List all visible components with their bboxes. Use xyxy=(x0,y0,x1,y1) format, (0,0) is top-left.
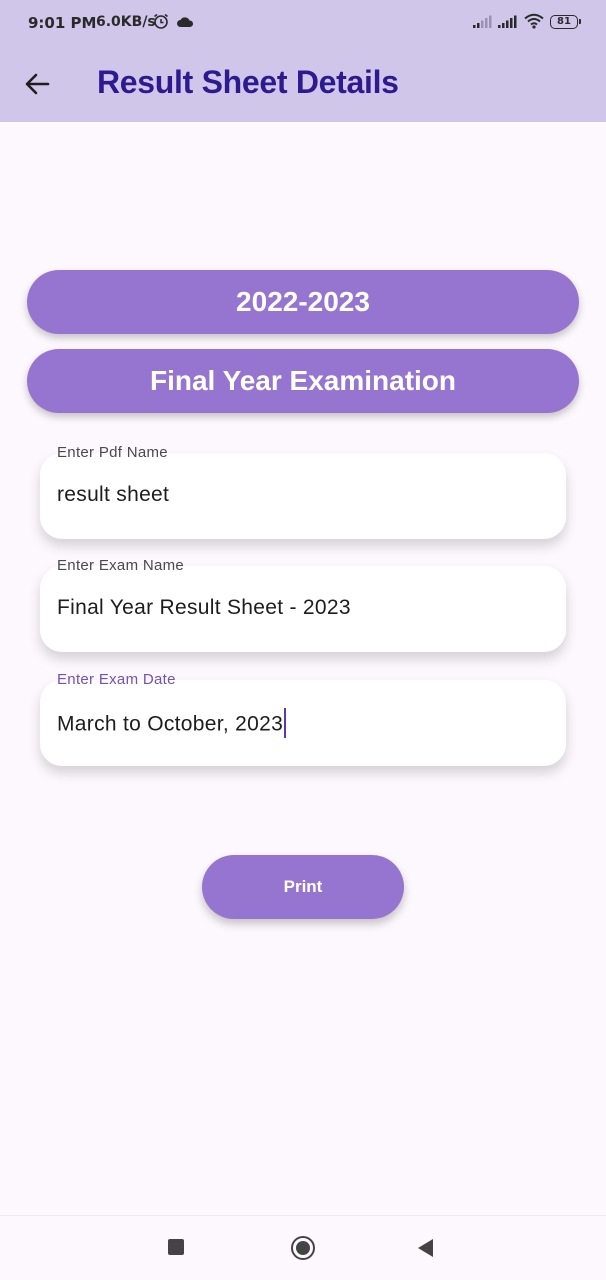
pdf-name-field[interactable]: result sheet xyxy=(40,453,566,539)
network-speed: 6.0KB/s xyxy=(96,14,156,30)
pdf-name-label: Enter Pdf Name xyxy=(57,444,168,461)
app-bar: Result Sheet Details xyxy=(0,46,606,122)
pdf-name-input[interactable]: result sheet xyxy=(57,483,169,507)
exam-name-input[interactable]: Final Year Result Sheet - 2023 xyxy=(57,596,351,620)
status-time: 9:01 PM xyxy=(28,14,97,32)
alarm-icon xyxy=(152,12,170,34)
signal-icon xyxy=(472,14,492,33)
back-icon[interactable] xyxy=(417,1238,435,1263)
exam-date-label: Enter Exam Date xyxy=(57,671,176,688)
exam-title-banner: Final Year Examination xyxy=(27,349,579,413)
status-bar: 9:01 PM 6.0KB/s 81 xyxy=(0,0,606,46)
exam-date-value: March to October, 2023 xyxy=(57,712,284,736)
back-button[interactable] xyxy=(18,66,58,102)
exam-date-field[interactable]: March to October, 2023 xyxy=(40,680,566,766)
print-button[interactable]: Print xyxy=(202,855,404,919)
exam-name-field[interactable]: Final Year Result Sheet - 2023 xyxy=(40,566,566,652)
session-year-banner: 2022-2023 xyxy=(27,270,579,334)
exam-name-label: Enter Exam Name xyxy=(57,557,185,574)
system-nav-bar xyxy=(0,1215,606,1280)
text-caret xyxy=(284,708,287,738)
arrow-left-icon xyxy=(25,73,50,95)
recent-apps-icon[interactable] xyxy=(168,1239,184,1255)
battery-icon: 81 xyxy=(550,15,581,29)
page-title: Result Sheet Details xyxy=(97,64,399,100)
exam-date-input[interactable]: March to October, 2023 xyxy=(57,708,287,740)
signal-icon xyxy=(497,14,517,33)
home-icon[interactable] xyxy=(291,1236,315,1260)
cloud-icon xyxy=(176,14,194,33)
top-bar: 9:01 PM 6.0KB/s 81 Result Sheet Details xyxy=(0,0,606,122)
wifi-icon xyxy=(524,13,544,33)
